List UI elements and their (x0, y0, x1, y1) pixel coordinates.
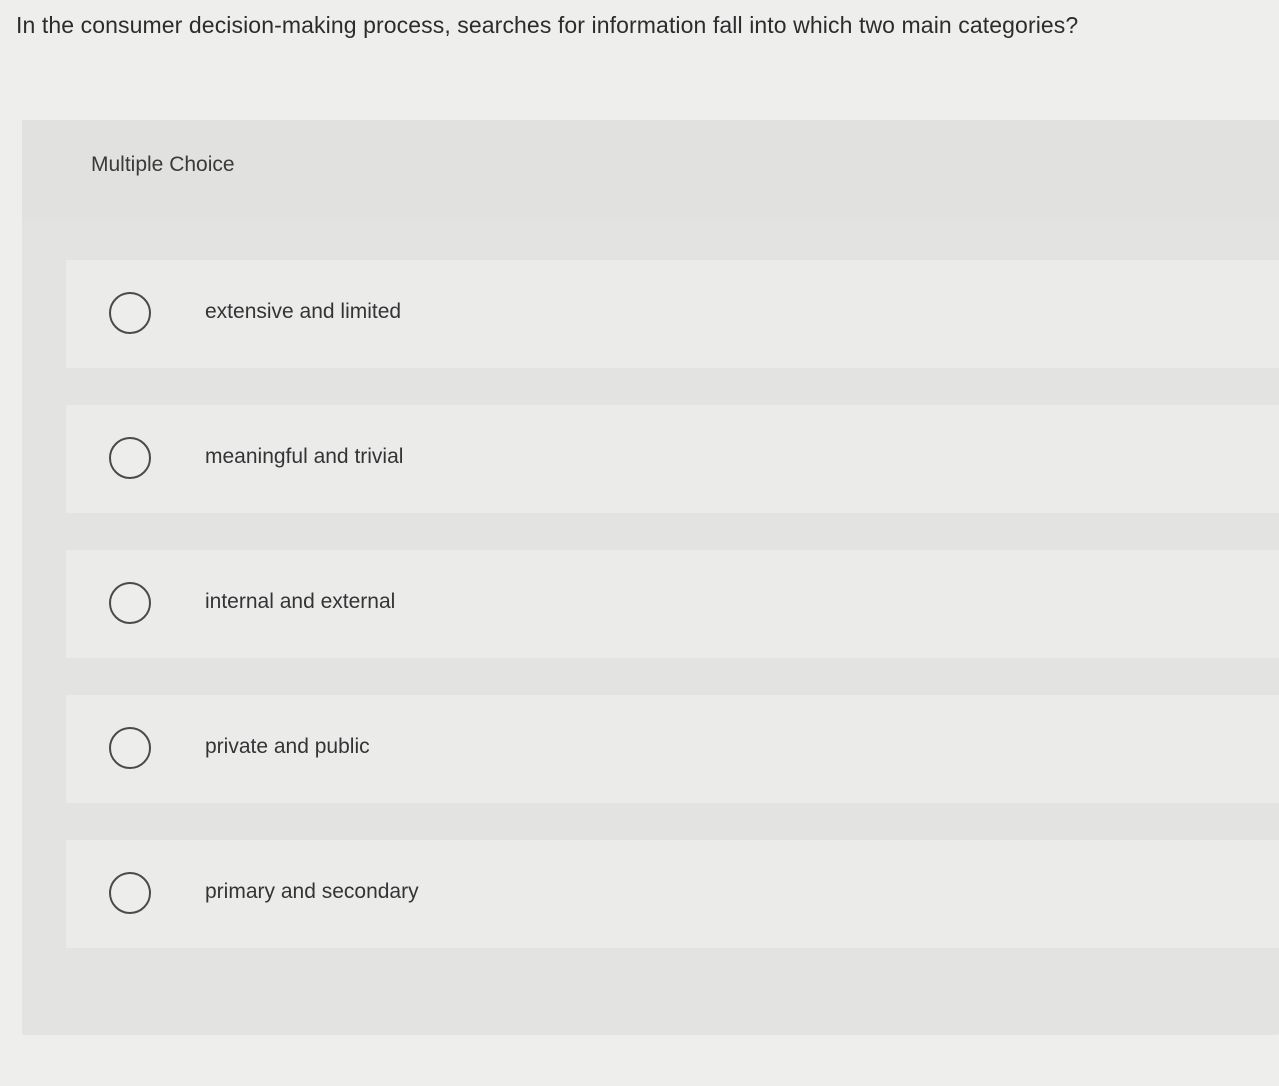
answer-option-label: meaningful and trivial (205, 445, 404, 468)
radio-button[interactable] (109, 582, 151, 624)
question-text: In the consumer decision-making process,… (16, 12, 1079, 38)
answer-option-extensive-and-limited[interactable]: extensive and limited (66, 260, 1279, 368)
answer-option-private-and-public[interactable]: private and public (66, 695, 1279, 803)
answer-option-label: extensive and limited (205, 300, 402, 323)
answer-option-meaningful-and-trivial[interactable]: meaningful and trivial (66, 405, 1279, 513)
answer-options: extensive and limited meaningful and tri… (66, 260, 1279, 985)
answer-option-internal-and-external[interactable]: internal and external (66, 550, 1279, 658)
panel-header: Multiple Choice (22, 120, 1279, 220)
answer-option-label: primary and secondary (205, 880, 419, 903)
radio-button[interactable] (109, 437, 151, 479)
radio-button[interactable] (109, 292, 151, 334)
radio-button[interactable] (109, 727, 151, 769)
multiple-choice-panel: Multiple Choice extensive and limited me… (22, 120, 1279, 1035)
radio-button[interactable] (109, 872, 151, 914)
panel-title: Multiple Choice (91, 153, 235, 176)
answer-option-label: private and public (205, 735, 370, 758)
answer-option-label: internal and external (205, 590, 396, 613)
answer-option-primary-and-secondary[interactable]: primary and secondary (66, 840, 1279, 948)
